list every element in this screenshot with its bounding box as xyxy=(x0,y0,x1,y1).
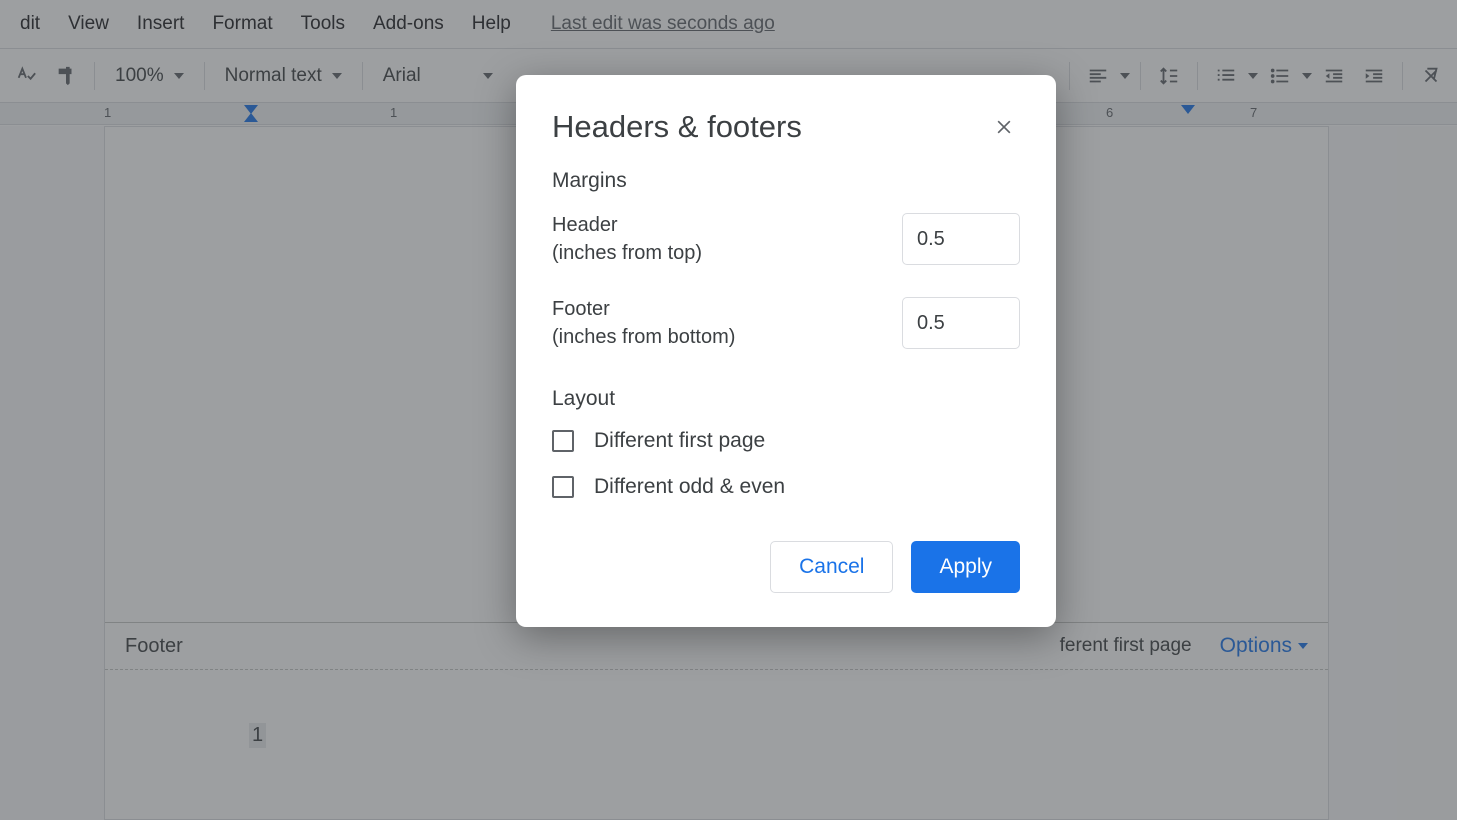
checkbox-icon xyxy=(552,476,574,498)
header-margin-input[interactable] xyxy=(902,213,1020,265)
close-button[interactable] xyxy=(988,111,1020,143)
header-margin-label: Header (inches from top) xyxy=(552,211,702,267)
layout-section-label: Layout xyxy=(552,387,1020,411)
different-first-page-row[interactable]: Different first page xyxy=(552,429,1020,453)
footer-margin-label: Footer (inches from bottom) xyxy=(552,295,735,351)
dialog-title: Headers & footers xyxy=(552,109,802,145)
headers-footers-dialog: Headers & footers Margins Header (inches… xyxy=(516,75,1056,627)
cancel-button[interactable]: Cancel xyxy=(770,541,893,593)
footer-margin-input[interactable] xyxy=(902,297,1020,349)
different-odd-even-row[interactable]: Different odd & even xyxy=(552,475,1020,499)
checkbox-icon xyxy=(552,430,574,452)
different-odd-even-label: Different odd & even xyxy=(594,475,785,499)
close-icon xyxy=(994,117,1014,137)
apply-button[interactable]: Apply xyxy=(911,541,1020,593)
margins-section-label: Margins xyxy=(552,169,1020,193)
different-first-page-label: Different first page xyxy=(594,429,765,453)
